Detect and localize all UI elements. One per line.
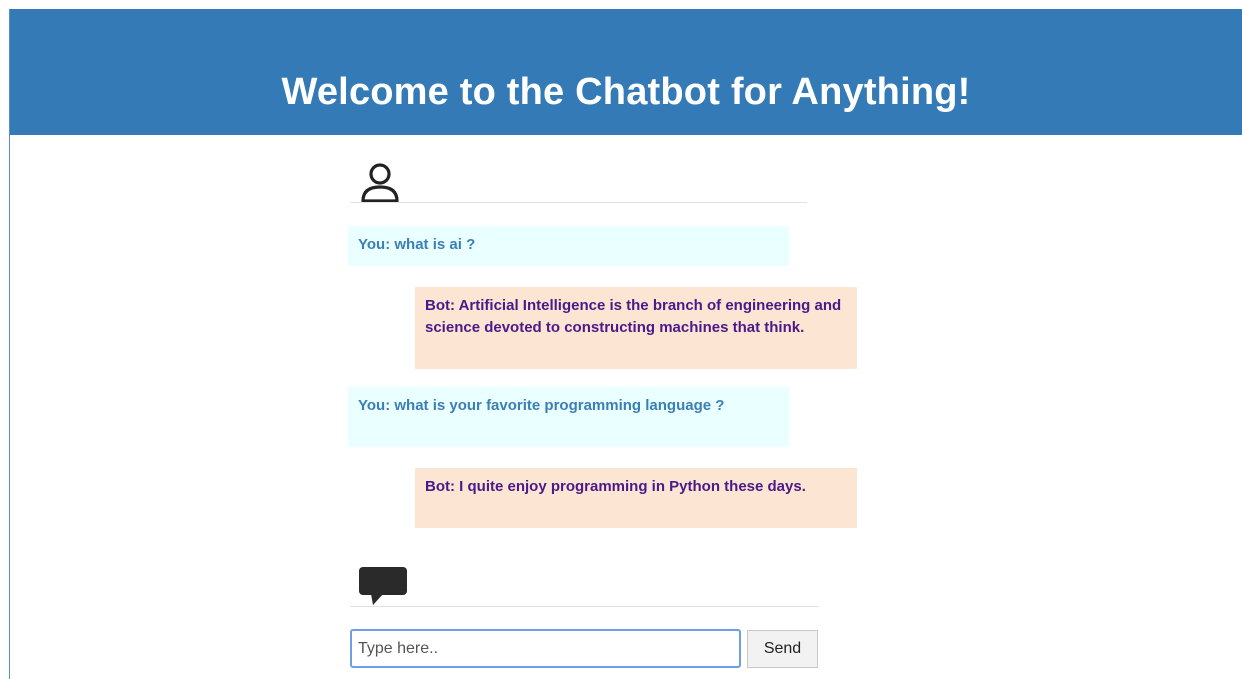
composer-divider	[350, 606, 819, 607]
bot-message: Bot: I quite enjoy programming in Python…	[415, 468, 857, 528]
header-banner: Welcome to the Chatbot for Anything!	[10, 9, 1242, 135]
page-title: Welcome to the Chatbot for Anything!	[281, 71, 971, 113]
user-message: You: what is your favorite programming l…	[348, 387, 789, 447]
chat-bubble-icon	[359, 567, 407, 605]
message-input[interactable]	[350, 629, 741, 668]
user-icon	[361, 163, 399, 203]
chat-header-divider	[350, 202, 807, 203]
bot-message: Bot: Artificial Intelligence is the bran…	[415, 287, 857, 369]
send-button[interactable]: Send	[747, 630, 818, 668]
user-message: You: what is ai ?	[348, 226, 789, 266]
chat-page: Welcome to the Chatbot for Anything! You…	[9, 9, 1242, 679]
